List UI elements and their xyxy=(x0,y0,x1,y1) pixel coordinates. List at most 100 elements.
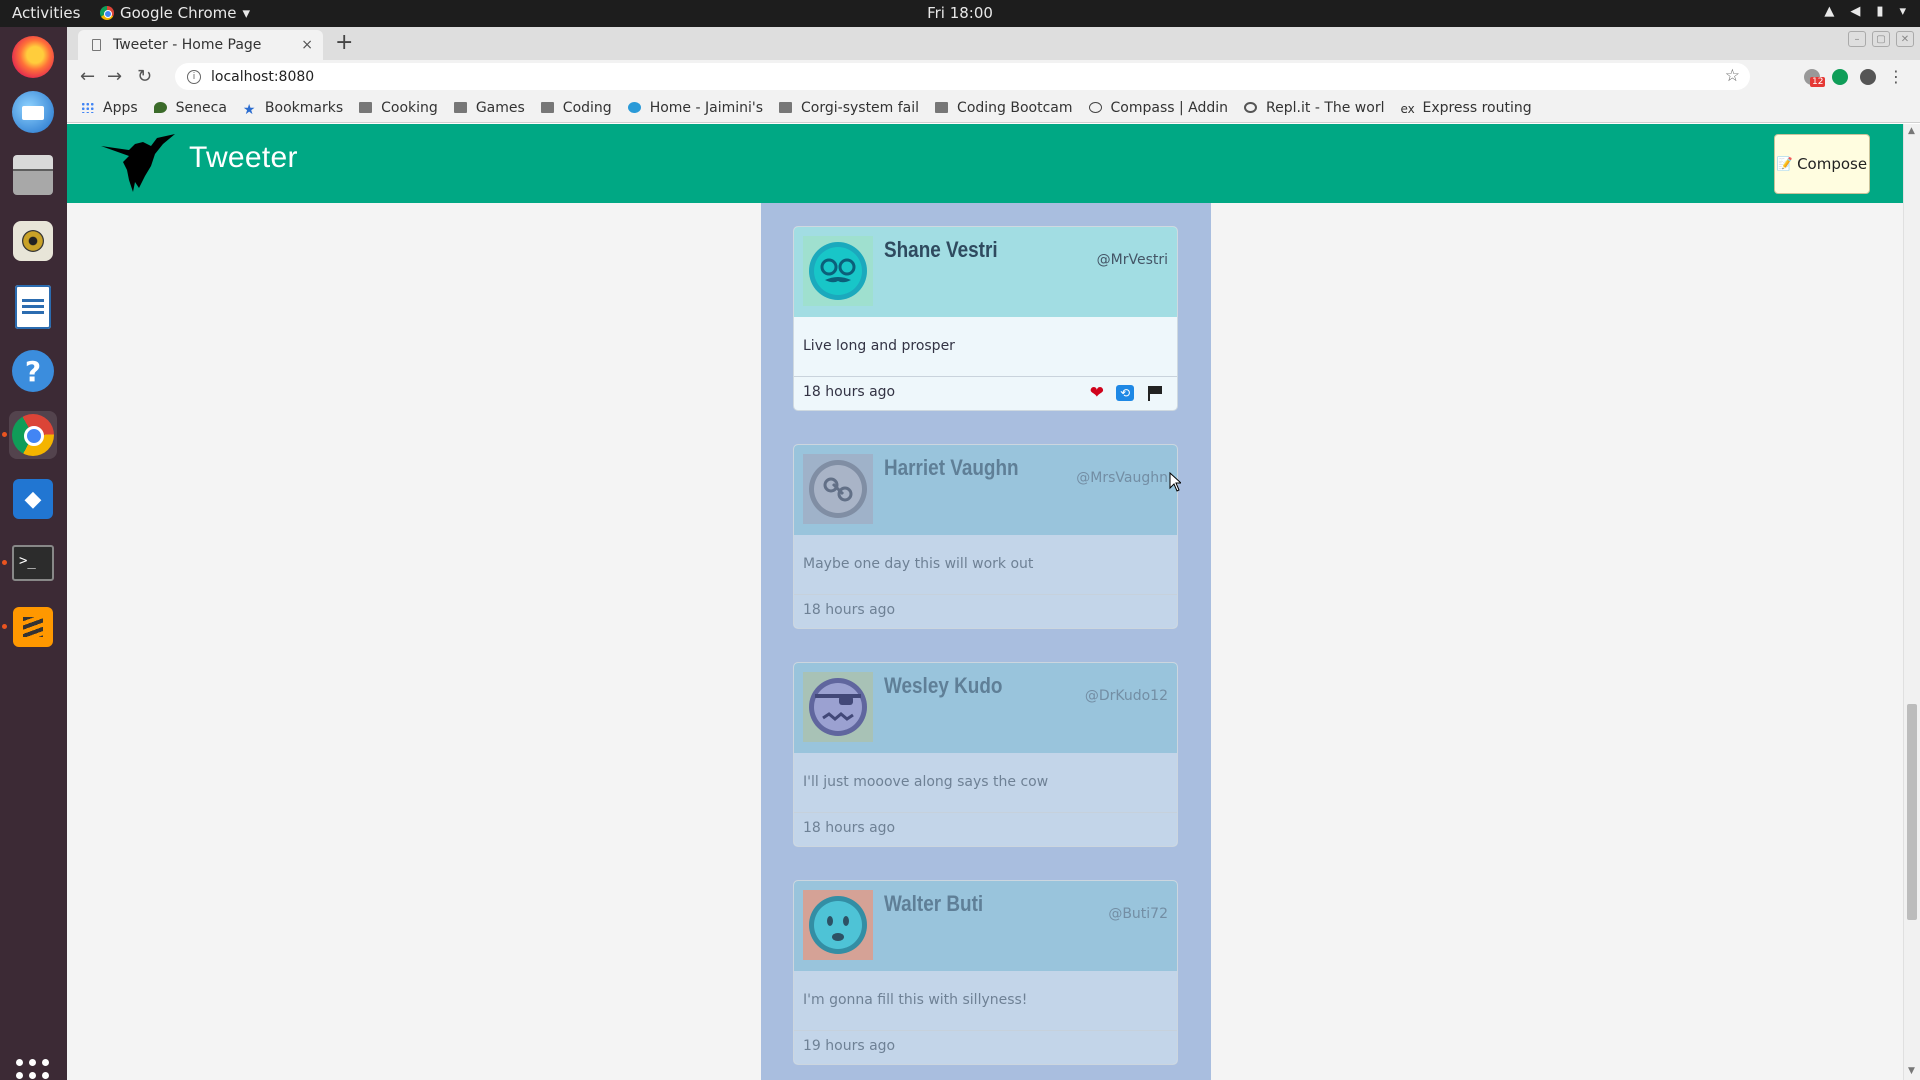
dock-terminal[interactable]: >_ xyxy=(2,539,57,587)
tweet-handle: @DrKudo12 xyxy=(1084,688,1168,704)
scrollbar-thumb[interactable] xyxy=(1907,704,1917,920)
address-bar[interactable]: i localhost:8080 ☆ xyxy=(175,63,1750,90)
bookmark-express-routing[interactable]: ex Express routing xyxy=(1400,99,1532,117)
tab-tweeter[interactable]: Tweeter - Home Page × xyxy=(78,30,323,60)
tweet-author-name: Wesley Kudo xyxy=(884,673,1003,698)
bookmark-label: Apps xyxy=(103,99,138,116)
scroll-down-icon[interactable]: ▼ xyxy=(1908,1066,1915,1076)
compose-button[interactable]: 📝 Compose xyxy=(1774,134,1870,194)
extension-badge-icon[interactable]: 12 xyxy=(1804,68,1826,87)
extension-green-icon[interactable] xyxy=(1832,68,1848,85)
bookmark-bookmarks[interactable]: ★ Bookmarks xyxy=(243,100,343,119)
tweet-text: I'm gonna fill this with sillyness! xyxy=(794,971,1177,1031)
folder-icon xyxy=(540,102,554,113)
tweet-header: Shane Vestri @MrVestri xyxy=(794,227,1177,317)
show-applications-icon[interactable] xyxy=(16,1059,50,1080)
thunderbird-icon xyxy=(12,91,54,133)
forward-arrow-icon[interactable]: → xyxy=(107,66,122,87)
leaf-icon xyxy=(153,102,167,113)
bookmark-replit[interactable]: Repl.it - The worl xyxy=(1244,100,1384,116)
tweet-card[interactable]: Walter Buti @Buti72 I'm gonna fill this … xyxy=(793,880,1178,1065)
maximize-icon[interactable]: ▢ xyxy=(1872,31,1890,47)
site-info-icon[interactable]: i xyxy=(187,69,201,84)
url-text[interactable]: localhost:8080 xyxy=(211,69,314,85)
kebab-menu-icon[interactable]: ⋮ xyxy=(1888,67,1904,86)
heart-icon[interactable]: ❤ xyxy=(1090,383,1104,403)
blue-site-icon xyxy=(627,102,641,113)
back-arrow-icon[interactable]: ← xyxy=(80,66,95,87)
bookmark-coding-bootcamp[interactable]: Coding Bootcam xyxy=(935,100,1073,116)
minimize-icon[interactable]: – xyxy=(1848,31,1866,47)
folder-icon xyxy=(935,102,949,113)
tweet-card[interactable]: Wesley Kudo @DrKudo12 I'll just mooove a… xyxy=(793,662,1178,847)
ex-icon: ex xyxy=(1400,102,1415,116)
system-top-bar: Activities Google Chrome ▾ Fri 18:00 ▲ ◀… xyxy=(0,0,1920,27)
brand-title[interactable]: Tweeter xyxy=(189,141,298,175)
bookmark-games[interactable]: Games xyxy=(453,99,525,116)
folder-icon xyxy=(779,102,793,113)
new-tab-button[interactable]: + xyxy=(335,30,353,55)
bookmark-compass[interactable]: Compass | Addin xyxy=(1088,100,1228,116)
system-tray[interactable]: ▲ ◀ ▮ ▾ xyxy=(1824,4,1906,19)
flag-icon[interactable] xyxy=(1146,385,1162,401)
vscode-icon: ◆ xyxy=(13,479,53,519)
tweet-footer: 18 hours ago xyxy=(794,813,1177,846)
dock-firefox[interactable] xyxy=(9,33,57,81)
bookmark-label: Games xyxy=(475,99,525,116)
scroll-up-icon[interactable]: ▲ xyxy=(1908,126,1915,136)
dock-help[interactable]: ? xyxy=(9,347,57,395)
reload-icon[interactable]: ↻ xyxy=(137,66,152,87)
tweet-footer: 19 hours ago xyxy=(794,1031,1177,1064)
bookmark-home-jaimini[interactable]: Home - Jaimini's xyxy=(627,100,763,116)
chrome-icon xyxy=(12,414,54,456)
dock-chrome[interactable] xyxy=(2,411,57,459)
avatar xyxy=(803,236,873,306)
bookmark-apps[interactable]: Apps xyxy=(81,100,138,116)
firefox-icon xyxy=(12,36,54,78)
dock-vscode[interactable]: ◆ xyxy=(9,475,57,523)
profile-avatar-icon[interactable] xyxy=(1860,68,1876,85)
close-tab-icon[interactable]: × xyxy=(301,37,313,53)
running-indicator xyxy=(2,560,7,565)
tweet-author-name: Harriet Vaughn xyxy=(884,455,1019,480)
bookmark-cooking[interactable]: Cooking xyxy=(359,100,438,116)
retweet-icon[interactable]: ⟲ xyxy=(1116,385,1134,401)
tweet-handle: @Buti72 xyxy=(1108,906,1168,922)
tweet-author-name: Shane Vestri xyxy=(884,237,998,262)
tab-strip: Tweeter - Home Page × + – ▢ ✕ xyxy=(67,27,1920,60)
browser-toolbar: ← → ↻ i localhost:8080 ☆ 12 ⋮ xyxy=(67,60,1920,93)
page-scrollbar[interactable]: ▲ ▼ xyxy=(1903,124,1920,1080)
bookmark-seneca[interactable]: Seneca xyxy=(153,100,227,116)
clock[interactable]: Fri 18:00 xyxy=(0,4,1920,22)
avatar xyxy=(803,454,873,524)
tweet-header: Wesley Kudo @DrKudo12 xyxy=(794,663,1177,753)
extensions: 12 ⋮ xyxy=(1804,67,1904,87)
dock-writer[interactable] xyxy=(9,283,57,331)
bookmark-label: Express routing xyxy=(1422,99,1532,116)
close-window-icon[interactable]: ✕ xyxy=(1896,31,1914,47)
page-favicon-icon xyxy=(92,39,101,51)
power-menu-icon: ▾ xyxy=(1899,4,1906,19)
bookmark-star-icon[interactable]: ☆ xyxy=(1725,66,1740,86)
tab-title: Tweeter - Home Page xyxy=(113,37,262,53)
tweet-card[interactable]: Harriet Vaughn @MrsVaughn Maybe one day … xyxy=(793,444,1178,629)
dock-sublime[interactable] xyxy=(2,603,57,651)
bookmark-label: Repl.it - The worl xyxy=(1266,99,1385,116)
sublime-icon xyxy=(13,607,53,647)
folder-icon xyxy=(453,102,467,113)
dock-files[interactable] xyxy=(9,151,57,199)
tweet-text: I'll just mooove along says the cow xyxy=(794,753,1177,813)
terminal-icon: >_ xyxy=(12,545,54,581)
bookmarks-bar: Apps Seneca ★ Bookmarks Cooking Games Cod… xyxy=(67,93,1920,123)
hummingbird-logo-icon xyxy=(101,134,175,192)
tweet-card[interactable]: Shane Vestri @MrVestri Live long and pro… xyxy=(793,226,1178,411)
bookmark-corgi[interactable]: Corgi-system fail xyxy=(779,100,919,116)
running-indicator xyxy=(2,624,7,629)
dock-rhythmbox[interactable] xyxy=(9,217,57,265)
window-controls: – ▢ ✕ xyxy=(1848,31,1914,47)
tweet-feed: Shane Vestri @MrVestri Live long and pro… xyxy=(761,203,1211,1080)
dock-thunderbird[interactable] xyxy=(9,88,57,136)
bookmark-coding[interactable]: Coding xyxy=(540,100,612,116)
mouse-cursor-icon xyxy=(1169,472,1181,492)
tweet-timestamp: 18 hours ago xyxy=(803,820,896,836)
